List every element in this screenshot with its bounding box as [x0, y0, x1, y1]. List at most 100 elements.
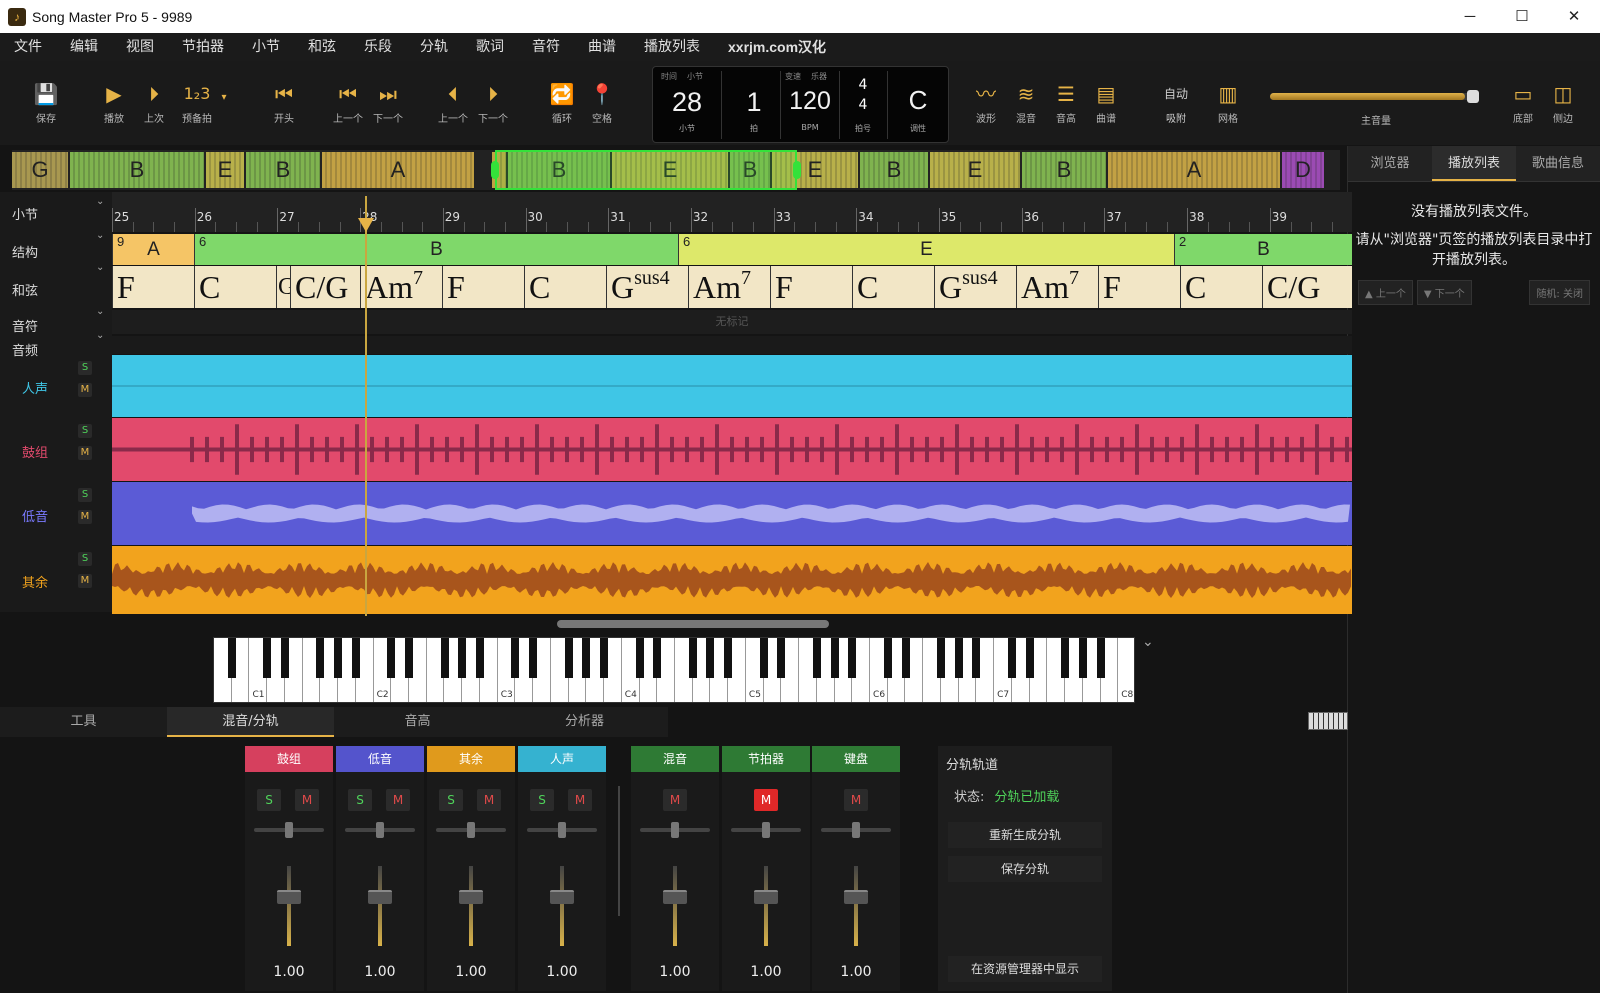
structure-section[interactable]: 6B [194, 234, 678, 265]
black-key[interactable] [1061, 638, 1070, 678]
channel-mute-button[interactable]: M [295, 789, 319, 811]
black-key[interactable] [653, 638, 662, 678]
black-key[interactable] [1096, 638, 1105, 678]
mute-button[interactable]: M [78, 510, 92, 524]
tab-browser[interactable]: 浏览器 [1348, 146, 1432, 181]
black-key[interactable] [600, 638, 609, 678]
black-key[interactable] [334, 638, 343, 678]
horizontal-scrollbar[interactable] [557, 620, 829, 628]
solo-button[interactable]: S [78, 424, 92, 438]
audio-lane[interactable] [112, 482, 1352, 545]
channel-mute-button[interactable]: M [754, 789, 778, 811]
structure-section[interactable]: 2B [1174, 234, 1352, 265]
waveform-view-button[interactable]: 〰波形 [968, 82, 1004, 125]
channel-solo-button[interactable]: S [439, 789, 463, 811]
channel-solo-button[interactable]: S [530, 789, 554, 811]
chord-cell[interactable]: Gsus4 [934, 266, 1016, 308]
black-key[interactable] [901, 638, 910, 678]
structure-lane[interactable]: 9A6B6E2B [112, 234, 1352, 265]
black-key[interactable] [316, 638, 325, 678]
playlist-prev-button[interactable]: ▲ 上一个 [1358, 280, 1413, 305]
black-key[interactable] [1025, 638, 1034, 678]
chord-cell[interactable]: C [524, 266, 606, 308]
save-stems-button[interactable]: 保存分轨 [948, 856, 1102, 882]
menu-file[interactable]: 文件 [0, 33, 56, 61]
time-sig-bottom[interactable]: 4 [839, 97, 887, 113]
playlist-next-button[interactable]: ▼ 下一个 [1416, 280, 1472, 305]
loop-button[interactable]: 🔁 循环 [546, 82, 578, 125]
prev-bar-button[interactable]: ⏮ 上一个 [330, 82, 366, 125]
key-value[interactable]: C [889, 85, 947, 116]
menu-playlist[interactable]: 播放列表 [630, 33, 714, 61]
tab-tools[interactable]: 工具 [0, 707, 167, 737]
overview-section[interactable]: G [12, 152, 68, 188]
volume-fader-knob[interactable] [754, 890, 778, 904]
solo-button[interactable]: S [78, 488, 92, 502]
overview-section[interactable]: B [70, 152, 204, 188]
black-key[interactable] [440, 638, 449, 678]
last-position-button[interactable]: ⏵ 上次 [138, 82, 170, 125]
black-key[interactable] [1078, 638, 1087, 678]
count-in-dropdown[interactable]: ▾ [218, 92, 230, 103]
chord-cell[interactable]: Am7 [360, 266, 442, 308]
volume-fader-knob[interactable] [550, 890, 574, 904]
overview-section[interactable]: E [930, 152, 1020, 188]
black-key[interactable] [972, 638, 981, 678]
mix-view-button[interactable]: ≋ 混音 [1008, 82, 1044, 125]
play-button[interactable]: ▶ 播放 [98, 82, 130, 125]
mute-button[interactable]: M [78, 446, 92, 460]
pan-knob[interactable] [285, 822, 293, 838]
solo-button[interactable]: S [78, 552, 92, 566]
marker-button[interactable]: 📍 空格 [586, 82, 618, 125]
master-volume-slider[interactable] [1270, 90, 1479, 103]
black-key[interactable] [688, 638, 697, 678]
black-key[interactable] [883, 638, 892, 678]
black-key[interactable] [351, 638, 360, 678]
black-key[interactable] [458, 638, 467, 678]
next-bar-button[interactable]: ⏭ 下一个 [370, 82, 406, 125]
channel-mute-button[interactable]: M [663, 789, 687, 811]
menu-sections[interactable]: 乐段 [350, 33, 406, 61]
volume-fader-knob[interactable] [663, 890, 687, 904]
chord-cell[interactable]: F [1098, 266, 1180, 308]
master-volume-knob[interactable] [1467, 90, 1479, 103]
volume-fader-knob[interactable] [844, 890, 868, 904]
chord-cell[interactable]: F [442, 266, 524, 308]
chord-cell[interactable]: G [276, 266, 290, 308]
volume-fader-knob[interactable] [459, 890, 483, 904]
bpm-value[interactable]: 120 [781, 87, 839, 116]
black-key[interactable] [706, 638, 715, 678]
channel-mute-button[interactable]: M [477, 789, 501, 811]
maximize-button[interactable]: ☐ [1496, 0, 1548, 33]
tab-song-info[interactable]: 歌曲信息 [1516, 146, 1600, 181]
tab-mix-stems[interactable]: 混音/分轨 [167, 707, 334, 737]
song-overview[interactable]: GBEBABEBEBEBAD [12, 150, 1340, 190]
close-button[interactable]: ✕ [1548, 0, 1600, 33]
chord-cell[interactable]: F [770, 266, 852, 308]
playhead[interactable] [358, 196, 374, 616]
chord-cell[interactable]: C/G [290, 266, 360, 308]
black-key[interactable] [405, 638, 414, 678]
channel-solo-button[interactable]: S [257, 789, 281, 811]
volume-fader[interactable] [469, 866, 473, 946]
pan-knob[interactable] [376, 822, 384, 838]
volume-fader[interactable] [854, 866, 858, 946]
volume-fader-knob[interactable] [368, 890, 392, 904]
black-key[interactable] [1007, 638, 1016, 678]
chord-cell[interactable]: Gsus4 [606, 266, 688, 308]
collapse-notes-icon[interactable]: ⌄ [96, 306, 104, 317]
chord-cell[interactable]: C/G [1262, 266, 1352, 308]
black-key[interactable] [936, 638, 945, 678]
chord-cell[interactable]: F [112, 266, 194, 308]
overview-section[interactable]: A [322, 152, 474, 188]
black-key[interactable] [830, 638, 839, 678]
overview-section[interactable]: E [206, 152, 244, 188]
piano-keyboard[interactable]: C1 C2 C3 C4 C5 C6 C7 C8 [213, 637, 1135, 703]
minimize-button[interactable]: ─ [1444, 0, 1496, 33]
collapse-structure-icon[interactable]: ⌄ [96, 230, 104, 241]
chord-cell[interactable]: Am7 [688, 266, 770, 308]
pitch-view-button[interactable]: ☰ 音高 [1048, 82, 1084, 125]
audio-lane[interactable] [112, 355, 1352, 417]
black-key[interactable] [475, 638, 484, 678]
volume-fader[interactable] [764, 866, 768, 946]
